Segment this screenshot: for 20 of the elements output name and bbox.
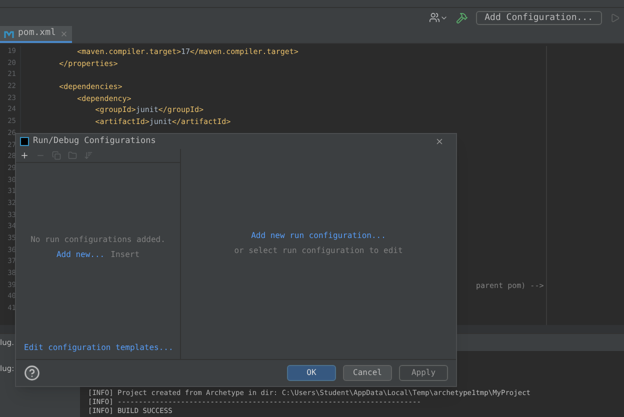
- help-icon[interactable]: [24, 365, 40, 381]
- close-icon[interactable]: [435, 137, 444, 146]
- add-configuration-link[interactable]: Add new run configuration...: [251, 230, 386, 242]
- shortcut-hint: Insert: [110, 249, 140, 261]
- dialog-title: Run/Debug Configurations: [33, 135, 156, 148]
- user-icon[interactable]: [428, 12, 448, 23]
- dialog-button[interactable]: Cancel: [343, 365, 392, 381]
- run-icon[interactable]: [610, 12, 620, 22]
- app-logo-icon: [20, 137, 29, 146]
- empty-message: No run configurations added.: [30, 234, 166, 246]
- hammer-icon[interactable]: [456, 12, 468, 24]
- maven-file-icon: [4, 30, 14, 38]
- add-configuration-button[interactable]: Add Configuration...: [476, 10, 602, 24]
- edit-templates-link[interactable]: Edit configuration templates...: [16, 342, 180, 359]
- ok-button[interactable]: OK: [287, 365, 336, 381]
- add-icon[interactable]: [20, 151, 29, 160]
- close-icon[interactable]: [60, 30, 68, 38]
- select-hint: or select run configuration to edit: [234, 244, 403, 256]
- add-new-link[interactable]: Add new...: [56, 249, 105, 261]
- file-tab[interactable]: pom.xml: [0, 26, 72, 43]
